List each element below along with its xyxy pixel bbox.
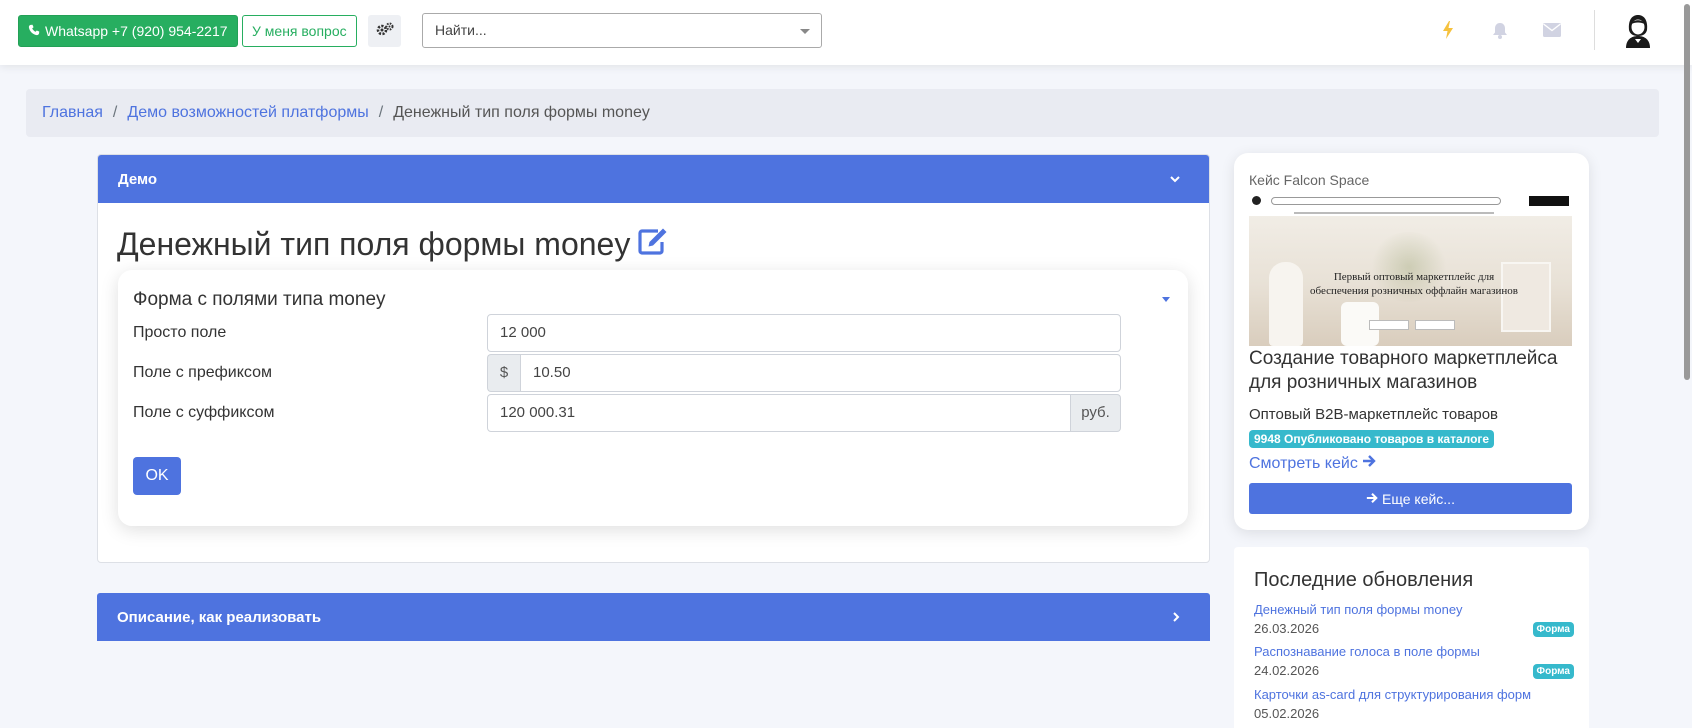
settings-button[interactable] (368, 15, 401, 47)
demo-card-title: Демо (118, 170, 158, 188)
suffix-money-input[interactable]: 120 000.31 (487, 394, 1071, 432)
field-label: Просто поле (133, 324, 227, 341)
whatsapp-label: Whatsapp +7 (920) 954-2217 (45, 23, 228, 39)
case-image[interactable]: Первый оптовый маркетплейс для обеспечен… (1249, 192, 1572, 346)
case-image-text: Первый оптовый маркетплейс для обеспечен… (1310, 271, 1518, 297)
demo-card-header[interactable]: Демо (98, 155, 1209, 203)
form-row-suffix: Поле с суффиксом 120 000.31 руб. (133, 394, 1173, 432)
envelope-icon[interactable] (1542, 20, 1562, 40)
breadcrumb-section-link[interactable]: Демо возможностей платформы (127, 104, 368, 122)
search-select[interactable]: Найти... (422, 13, 822, 48)
updates-card: Последние обновления Денежный тип поля ф… (1234, 547, 1589, 728)
prefix-money-input[interactable]: 10.50 (520, 354, 1121, 392)
case-image-menu (1294, 212, 1494, 214)
field-label: Поле с префиксом (133, 364, 272, 381)
update-date: 26.03.2026 (1254, 621, 1320, 636)
updates-title: Последние обновления (1254, 569, 1474, 591)
more-cases-label: Еще кейс... (1382, 490, 1455, 507)
case-subtitle: Оптовый B2B-маркетплейс товаров (1249, 406, 1499, 423)
page-scrollbar[interactable] (1684, 4, 1690, 380)
breadcrumb-home-link[interactable]: Главная (42, 104, 103, 122)
update-item: Распознавание голоса в поле формы 24.02.… (1254, 644, 1574, 684)
breadcrumb: Главная / Демо возможностей платформы / … (26, 89, 1659, 137)
case-card: Кейс Falcon Space Первый оптовый маркетп… (1234, 153, 1589, 530)
view-case-label: Смотреть кейс (1249, 454, 1358, 472)
page-title: Денежный тип поля формы money (117, 226, 668, 263)
question-button[interactable]: У меня вопрос (242, 15, 357, 47)
case-image-vase (1269, 262, 1303, 346)
suffix-addon: руб. (1071, 394, 1121, 432)
case-badge: 9948 Опубликовано товаров в каталоге (1249, 430, 1495, 448)
top-navbar: Whatsapp +7 (920) 954-2217 У меня вопрос… (0, 0, 1692, 65)
update-link[interactable]: Распознавание голоса в поле формы (1254, 644, 1480, 659)
cogs-icon (376, 22, 394, 40)
case-title: Создание товарного маркетплейса для розн… (1249, 348, 1558, 393)
update-date: 24.02.2026 (1254, 663, 1320, 678)
chevron-down-icon (800, 29, 810, 34)
form-title: Форма с полями типа money (133, 289, 386, 310)
page-title-text: Денежный тип поля формы money (117, 226, 631, 262)
field-label: Поле с суффиксом (133, 404, 275, 421)
breadcrumb-separator: / (112, 104, 118, 121)
update-item: Денежный тип поля формы money 26.03.2026… (1254, 602, 1574, 642)
case-label: Кейс Falcon Space (1249, 172, 1370, 188)
caret-down-icon[interactable] (1162, 297, 1170, 302)
case-image-buttons (1369, 320, 1455, 330)
case-image-search (1271, 197, 1501, 205)
update-date: 05.02.2026 (1254, 706, 1320, 721)
edit-icon[interactable] (638, 226, 668, 263)
search-placeholder: Найти... (435, 22, 487, 38)
breadcrumb-current: Денежный тип поля формы money (393, 104, 650, 121)
form-row-plain: Просто поле 12 000 (133, 314, 1173, 352)
ok-button[interactable]: OK (133, 457, 181, 495)
update-badge: Форма (1532, 664, 1574, 679)
demo-card: Демо Денежный тип поля формы money Форма… (97, 154, 1210, 563)
breadcrumb-separator: / (378, 104, 384, 121)
chevron-down-icon (1169, 172, 1181, 189)
chevron-right-icon (1170, 610, 1182, 627)
case-image-logo (1252, 196, 1261, 205)
money-form: Форма с полями типа money Просто поле 12… (118, 270, 1188, 526)
plain-money-input[interactable]: 12 000 (487, 314, 1121, 352)
phone-icon (28, 15, 40, 47)
user-avatar-icon[interactable] (1622, 14, 1654, 48)
arrow-right-icon (1366, 491, 1378, 507)
form-row-prefix: Поле с префиксом $ 10.50 (133, 354, 1173, 392)
bell-icon[interactable] (1490, 20, 1510, 40)
description-card-header[interactable]: Описание, как реализовать (97, 593, 1210, 641)
description-card-title: Описание, как реализовать (117, 608, 322, 626)
more-cases-button[interactable]: Еще кейс... (1249, 483, 1572, 514)
update-link[interactable]: Карточки as-card для структурирования фо… (1254, 687, 1531, 702)
bolt-icon[interactable] (1438, 20, 1458, 40)
update-item: Карточки as-card для структурирования фо… (1254, 687, 1574, 727)
navbar-divider (1594, 10, 1595, 50)
view-case-link[interactable]: Смотреть кейс (1249, 454, 1376, 473)
update-badge: Форма (1532, 622, 1574, 637)
prefix-addon: $ (487, 354, 520, 392)
arrow-right-icon (1362, 454, 1376, 473)
update-link[interactable]: Денежный тип поля формы money (1254, 602, 1463, 617)
whatsapp-button[interactable]: Whatsapp +7 (920) 954-2217 (18, 15, 238, 47)
case-image-button (1529, 196, 1569, 206)
